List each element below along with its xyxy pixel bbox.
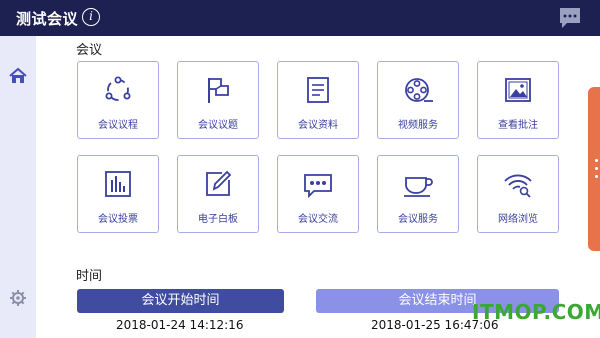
tile-label: 电子白板 <box>198 214 238 225</box>
tile-label: 网络浏览 <box>498 214 538 225</box>
coffee-cup-icon <box>404 177 433 197</box>
watermark: ITMOP.COM <box>472 300 600 324</box>
tile-label: 会议议程 <box>98 120 138 131</box>
tile-meeting-agenda[interactable]: 会议议程 <box>77 61 159 139</box>
start-time-value: 2018-01-24 14:12:16 <box>116 318 244 332</box>
whiteboard-pen-icon <box>206 170 232 196</box>
film-reel-icon <box>405 78 433 102</box>
image-icon <box>505 78 531 102</box>
tile-whiteboard[interactable]: 电子白板 <box>177 155 259 233</box>
tile-video-service[interactable]: 视频服务 <box>377 61 459 139</box>
tile-label: 视频服务 <box>398 120 438 131</box>
tile-meeting-documents[interactable]: 会议资料 <box>277 61 359 139</box>
info-icon[interactable]: i <box>82 8 100 26</box>
handle-dot <box>595 159 598 162</box>
document-icon <box>307 77 329 103</box>
top-bar: 测试会议 i <box>0 0 600 36</box>
tile-label: 会议资料 <box>298 120 338 131</box>
chat-dots-icon <box>304 174 332 199</box>
flag-icon <box>208 78 229 103</box>
tile-web-browse[interactable]: 网络浏览 <box>477 155 559 233</box>
gear-icon[interactable] <box>9 289 27 307</box>
bar-chart-icon <box>105 171 131 197</box>
section-title-time: 时间 <box>76 269 103 284</box>
tile-meeting-service[interactable]: 会议服务 <box>377 155 459 233</box>
tile-view-annotations[interactable]: 查看批注 <box>477 61 559 139</box>
tile-label: 查看批注 <box>498 120 538 131</box>
tile-meeting-vote[interactable]: 会议投票 <box>77 155 159 233</box>
tile-label: 会议交流 <box>298 214 338 225</box>
tile-meeting-chat[interactable]: 会议交流 <box>277 155 359 233</box>
tile-meeting-topics[interactable]: 会议议题 <box>177 61 259 139</box>
start-time-button[interactable]: 会议开始时间 <box>77 289 284 313</box>
sidebar <box>0 36 36 338</box>
wifi-search-icon <box>504 174 532 198</box>
tile-label: 会议投票 <box>98 214 138 225</box>
side-drawer-handle[interactable] <box>588 87 600 251</box>
tile-label: 会议服务 <box>398 214 438 225</box>
tile-label: 会议议题 <box>198 120 238 131</box>
agenda-icon <box>105 76 131 101</box>
section-title-meeting: 会议 <box>76 43 103 58</box>
handle-dot <box>595 167 598 170</box>
chat-bubble-icon[interactable] <box>558 7 582 29</box>
handle-dot <box>595 175 598 178</box>
home-icon[interactable] <box>8 66 28 86</box>
app-title: 测试会议 <box>16 10 79 28</box>
